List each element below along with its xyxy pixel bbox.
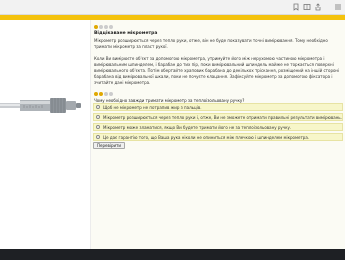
quiz-option-2[interactable]: Мікрометр розширюється через тепло руки … (93, 113, 343, 121)
rating-star-icon (109, 92, 113, 96)
micrometer-image (0, 98, 81, 113)
share-icon[interactable] (314, 3, 322, 11)
radio-button-icon[interactable] (96, 105, 100, 109)
bookmark-icon[interactable] (292, 3, 300, 11)
reading-list-icon[interactable] (303, 3, 311, 11)
quiz-option-3[interactable]: Мікрометр може зламатися, якщо Ви будете… (93, 123, 343, 131)
rating-star-icon (104, 25, 108, 29)
rating-star-icon (104, 92, 108, 96)
radio-button-icon[interactable] (96, 125, 100, 129)
lesson-paragraph-1: Мікрометр розширюється через тепло руки,… (94, 38, 328, 49)
quiz-option-label: Щоб не мікрометр не потрапив жир з пальц… (103, 104, 202, 110)
rating-star-icon (94, 92, 98, 96)
quiz-option-label: Мікрометр може зламатися, якщо Ви будете… (103, 124, 292, 130)
illustration-panel (0, 20, 91, 249)
lesson-paragraph-2: Коли Ви вимірюєте об'єкт за допомогою мі… (94, 56, 340, 85)
menu-icon[interactable] (334, 3, 342, 11)
rating-question (94, 91, 113, 97)
radio-button-icon[interactable] (96, 135, 100, 139)
lesson-title: Відцікаване мікрометра (94, 31, 158, 36)
quiz-option-label: Мікрометр розширюється через тепло руки … (103, 114, 342, 120)
quiz-option-4[interactable]: Це дає гарантію того, що Ваша рука нікол… (93, 133, 343, 141)
quiz-option-1[interactable]: Щоб не мікрометр не потрапив жир з пальц… (93, 103, 343, 111)
browser-window: Відцікаване мікрометра Мікрометр розширю… (0, 0, 345, 249)
rating-star-icon (109, 25, 113, 29)
rating-top (94, 24, 113, 30)
rating-star-icon (94, 25, 98, 29)
quiz-option-label: Це дає гарантію того, що Ваша рука нікол… (103, 134, 310, 140)
browser-toolbar (0, 0, 345, 15)
radio-button-icon[interactable] (96, 115, 100, 119)
rating-star-icon (99, 25, 103, 29)
rating-star-icon (99, 92, 103, 96)
check-answer-button[interactable]: Перевірити (93, 142, 126, 149)
